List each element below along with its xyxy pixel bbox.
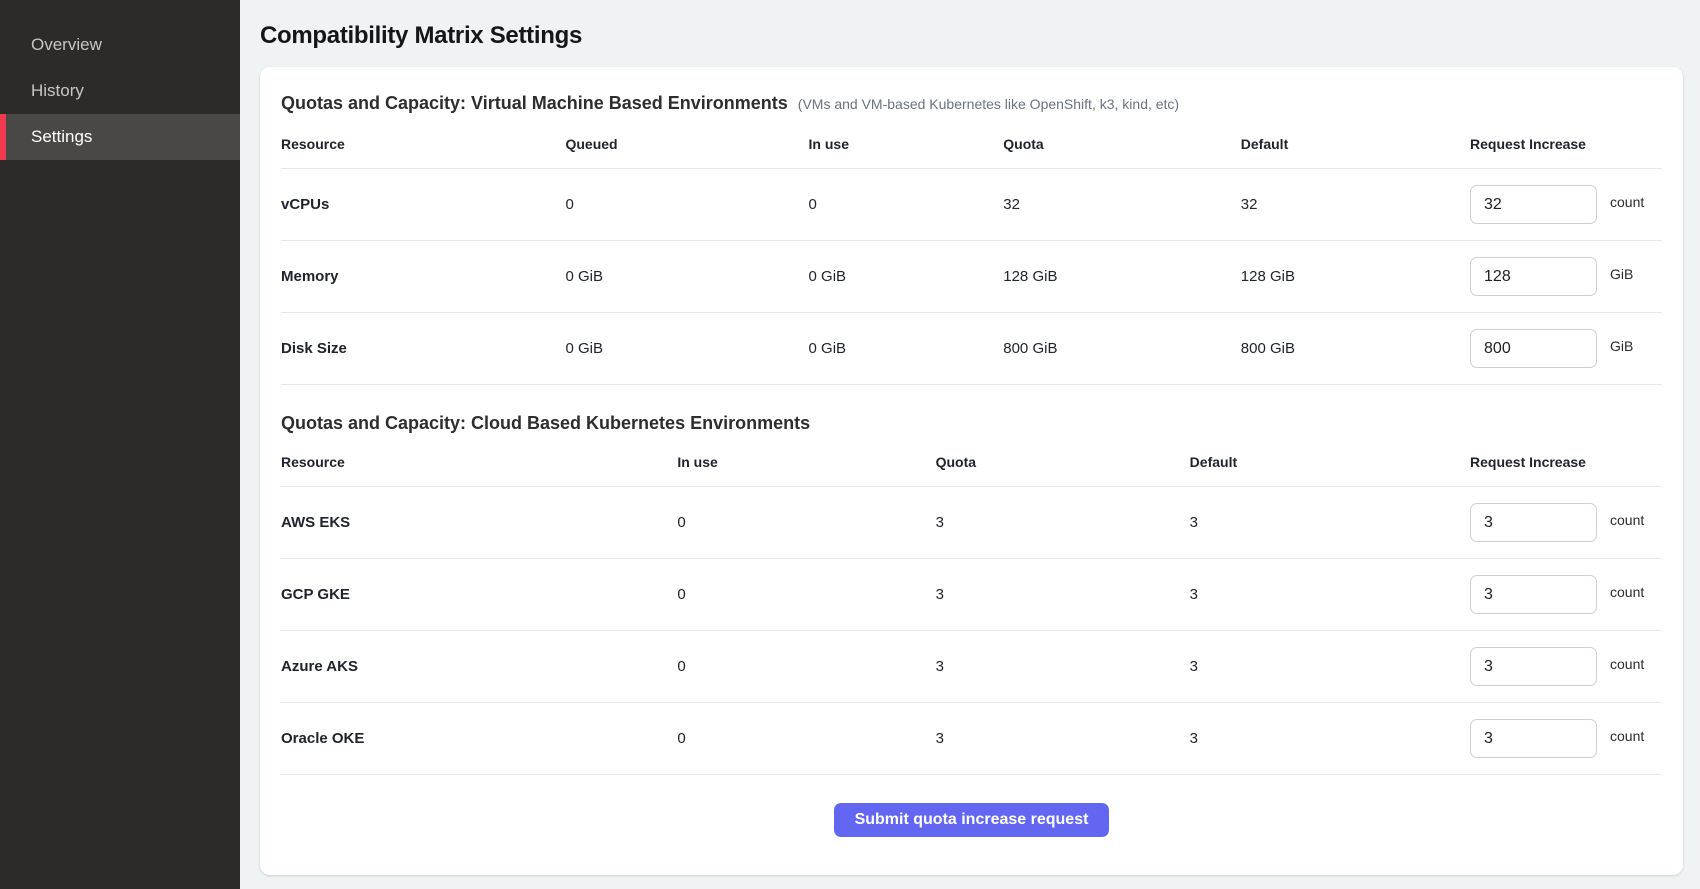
in-use-value: 0 GiB xyxy=(809,313,1004,385)
table-row-vcpus: vCPUs 0 0 32 32 count xyxy=(281,169,1662,241)
vm-quota-table: Resource Queued In use Quota Default Req… xyxy=(281,128,1662,385)
resource-label: Disk Size xyxy=(281,313,565,385)
request-increase-cell: count xyxy=(1470,185,1662,224)
default-value: 3 xyxy=(1190,559,1470,631)
vm-section-subtitle: (VMs and VM-based Kubernetes like OpenSh… xyxy=(798,96,1179,112)
in-use-value: 0 xyxy=(677,631,935,703)
request-increase-cell: GiB xyxy=(1470,329,1662,368)
vm-col-resource: Resource xyxy=(281,128,565,169)
resource-label: vCPUs xyxy=(281,169,565,241)
vm-table-header-row: Resource Queued In use Quota Default Req… xyxy=(281,128,1662,169)
vm-col-request-increase: Request Increase xyxy=(1470,128,1662,169)
table-row-disk-size: Disk Size 0 GiB 0 GiB 800 GiB 800 GiB Gi… xyxy=(281,313,1662,385)
quota-value: 3 xyxy=(936,703,1190,775)
resource-label: Oracle OKE xyxy=(281,703,677,775)
table-row-memory: Memory 0 GiB 0 GiB 128 GiB 128 GiB GiB xyxy=(281,241,1662,313)
k8s-table-header-row: Resource In use Quota Default Request In… xyxy=(281,446,1662,487)
resource-label: Azure AKS xyxy=(281,631,677,703)
disk-size-request-input[interactable] xyxy=(1470,329,1597,368)
in-use-value: 0 GiB xyxy=(809,241,1004,313)
page-title: Compatibility Matrix Settings xyxy=(260,22,1683,50)
k8s-section-header: Quotas and Capacity: Cloud Based Kuberne… xyxy=(281,413,1662,434)
sidebar-item-history[interactable]: History xyxy=(0,68,240,114)
k8s-col-resource: Resource xyxy=(281,446,677,487)
table-row-gcp-gke: GCP GKE 0 3 3 count xyxy=(281,559,1662,631)
vcpus-request-input[interactable] xyxy=(1470,185,1597,224)
k8s-quota-table: Resource In use Quota Default Request In… xyxy=(281,446,1662,775)
quota-value: 3 xyxy=(936,559,1190,631)
k8s-col-in-use: In use xyxy=(677,446,935,487)
request-increase-cell: GiB xyxy=(1470,257,1662,296)
resource-label: GCP GKE xyxy=(281,559,677,631)
unit-label: GiB xyxy=(1610,266,1633,282)
in-use-value: 0 xyxy=(809,169,1004,241)
vm-col-default: Default xyxy=(1241,128,1470,169)
oracle-oke-request-input[interactable] xyxy=(1470,719,1597,758)
table-row-oracle-oke: Oracle OKE 0 3 3 count xyxy=(281,703,1662,775)
unit-label: count xyxy=(1610,512,1644,528)
quota-value: 3 xyxy=(936,487,1190,559)
quota-value: 128 GiB xyxy=(1003,241,1241,313)
request-increase-cell: count xyxy=(1470,647,1662,686)
gcp-gke-request-input[interactable] xyxy=(1470,575,1597,614)
default-value: 3 xyxy=(1190,631,1470,703)
sidebar-item-settings[interactable]: Settings xyxy=(0,114,240,160)
aws-eks-request-input[interactable] xyxy=(1470,503,1597,542)
k8s-section-title: Quotas and Capacity: Cloud Based Kuberne… xyxy=(281,413,810,434)
vm-col-queued: Queued xyxy=(565,128,808,169)
unit-label: GiB xyxy=(1610,338,1633,354)
unit-label: count xyxy=(1610,728,1644,744)
sidebar-item-overview[interactable]: Overview xyxy=(0,22,240,68)
default-value: 32 xyxy=(1241,169,1470,241)
vm-section-header: Quotas and Capacity: Virtual Machine Bas… xyxy=(281,93,1662,114)
vm-col-in-use: In use xyxy=(809,128,1004,169)
queued-value: 0 GiB xyxy=(565,241,808,313)
default-value: 3 xyxy=(1190,703,1470,775)
queued-value: 0 GiB xyxy=(565,313,808,385)
quota-value: 3 xyxy=(936,631,1190,703)
in-use-value: 0 xyxy=(677,703,935,775)
unit-label: count xyxy=(1610,584,1644,600)
submit-quota-request-button[interactable]: Submit quota increase request xyxy=(834,803,1110,837)
settings-card: Quotas and Capacity: Virtual Machine Bas… xyxy=(260,67,1683,875)
table-row-aws-eks: AWS EKS 0 3 3 count xyxy=(281,487,1662,559)
request-increase-cell: count xyxy=(1470,719,1662,758)
k8s-col-request-increase: Request Increase xyxy=(1470,446,1662,487)
vm-col-quota: Quota xyxy=(1003,128,1241,169)
in-use-value: 0 xyxy=(677,559,935,631)
default-value: 3 xyxy=(1190,487,1470,559)
queued-value: 0 xyxy=(565,169,808,241)
default-value: 128 GiB xyxy=(1241,241,1470,313)
azure-aks-request-input[interactable] xyxy=(1470,647,1597,686)
unit-label: count xyxy=(1610,194,1644,210)
sidebar: Overview History Settings xyxy=(0,0,240,889)
table-row-azure-aks: Azure AKS 0 3 3 count xyxy=(281,631,1662,703)
k8s-col-quota: Quota xyxy=(936,446,1190,487)
submit-row: Submit quota increase request xyxy=(281,803,1662,837)
quota-value: 32 xyxy=(1003,169,1241,241)
request-increase-cell: count xyxy=(1470,503,1662,542)
in-use-value: 0 xyxy=(677,487,935,559)
memory-request-input[interactable] xyxy=(1470,257,1597,296)
vm-section-title: Quotas and Capacity: Virtual Machine Bas… xyxy=(281,93,788,114)
k8s-col-default: Default xyxy=(1190,446,1470,487)
request-increase-cell: count xyxy=(1470,575,1662,614)
default-value: 800 GiB xyxy=(1241,313,1470,385)
app-window: Overview History Settings Compatibility … xyxy=(0,0,1700,889)
main-content: Compatibility Matrix Settings Quotas and… xyxy=(240,0,1700,889)
unit-label: count xyxy=(1610,656,1644,672)
resource-label: AWS EKS xyxy=(281,487,677,559)
quota-value: 800 GiB xyxy=(1003,313,1241,385)
resource-label: Memory xyxy=(281,241,565,313)
